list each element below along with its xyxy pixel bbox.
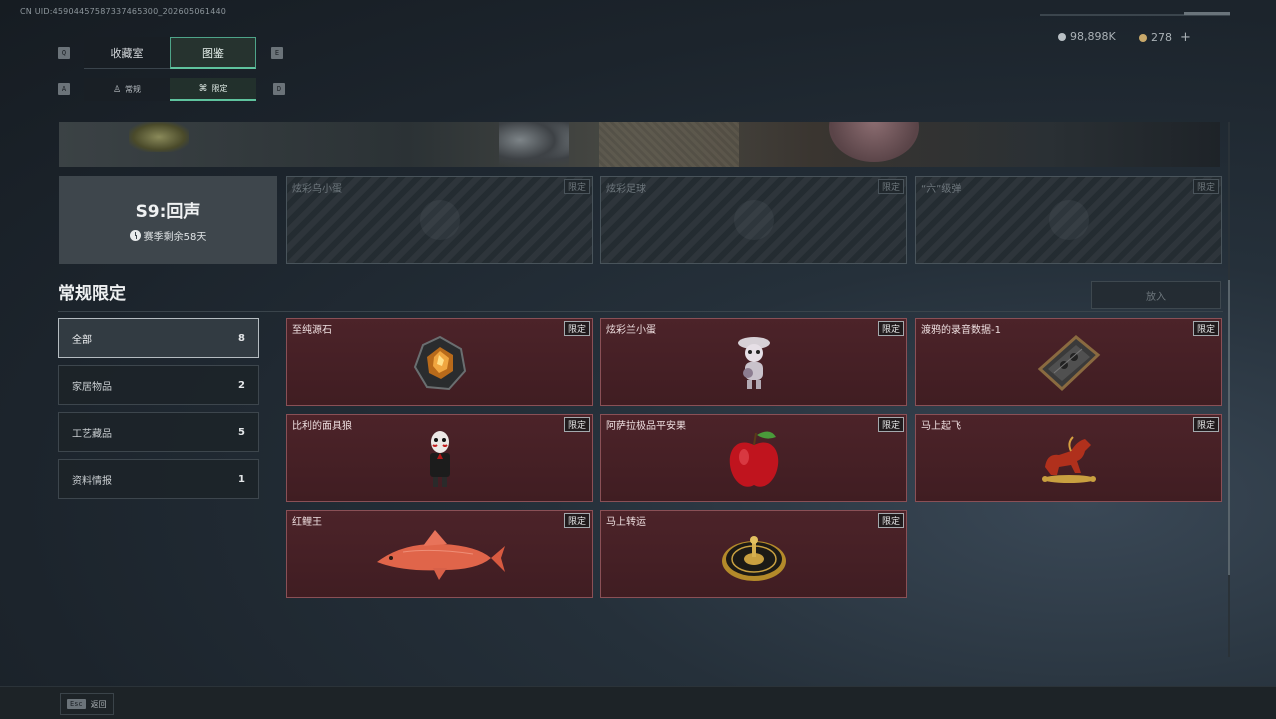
section-title: 常规限定 [58,284,126,304]
subtab-regular-label: 常规 [125,85,142,94]
bullet-silhouette-icon [1048,200,1089,240]
esc-key-hint: Esc [67,699,86,709]
locked-item-name: 炫彩足球 [606,184,646,195]
item-card[interactable]: 至纯源石 限定 [286,318,593,406]
football-silhouette-icon [733,200,774,240]
main-tabs: 收藏室 图鉴 [84,37,256,69]
filter-count: 2 [238,379,245,391]
compass-icon [721,535,786,581]
item-card[interactable]: 炫彩兰小蛋 限定 [600,318,907,406]
key-hint-e: E [271,47,283,59]
item-name: 渡鸦的录音数据-1 [921,325,1001,336]
coin-icon [1058,32,1066,41]
banner-mat [599,122,739,167]
figurine-icon [737,336,770,389]
coin-amount: 98,898K [1070,30,1116,43]
currency-premium: 278 + [1139,30,1191,45]
gem-icon [413,335,466,390]
locked-item-name: 炫彩乌小蛋 [292,184,342,195]
clock-icon [129,230,141,241]
back-button[interactable]: Esc 返回 [60,693,114,715]
item-card[interactable]: 阿萨拉极品平安果 限定 [600,414,907,502]
season-card: S9:回声 赛季剩余58天 [59,176,277,264]
filter-label: 工艺藏品 [72,428,112,440]
filter-label: 家居物品 [72,381,112,393]
subtab-regular[interactable]: ♙ 常规 [84,78,170,101]
filter-all[interactable]: 全部 8 [58,318,259,358]
locked-item-card[interactable]: 炫彩足球 限定 [600,176,907,264]
top-indicator [1184,12,1230,15]
filter-crafts[interactable]: 工艺藏品 5 [58,412,259,452]
limited-tag: 限定 [563,179,590,194]
item-card[interactable]: 红鲤王 限定 [286,510,593,598]
tab-codex[interactable]: 图鉴 [170,37,256,69]
limited-tag: 限定 [563,417,590,432]
currency-coins: 98,898K [1058,30,1116,43]
season-remaining: 赛季剩余58天 [129,228,207,243]
limited-tag: 限定 [1192,179,1219,194]
filter-label: 资料情报 [72,475,112,487]
item-name: 红鲤王 [292,517,322,528]
uid-label: CN UID:459044575873374653​00_20260506144… [20,7,227,16]
horse-icon [1041,436,1096,483]
item-card[interactable]: 马上起飞 限定 [915,414,1222,502]
limited-tag: 限定 [877,321,904,336]
carp-icon [376,529,505,580]
limited-tag: 限定 [1192,321,1219,336]
subtab-limited-label: 限定 [211,84,228,93]
item-name: 至纯源石 [292,325,332,336]
puppet-icon [429,430,450,487]
limited-tag: 限定 [563,321,590,336]
item-name: 炫彩兰小蛋 [606,325,656,336]
sub-tabs: ♙ 常规 ⌘ 限定 [84,78,256,101]
limited-tag: 限定 [877,179,904,194]
season-remaining-text: 赛季剩余58天 [143,232,207,243]
banner-boots [499,122,569,167]
locked-item-card[interactable]: 炫彩乌小蛋 限定 [286,176,593,264]
season-banner-image [59,122,1220,167]
item-card[interactable]: 比利的面具狼 限定 [286,414,593,502]
filter-label: 全部 [72,334,92,346]
item-name: 马上起飞 [921,421,961,432]
filter-intel[interactable]: 资料情报 1 [58,459,259,499]
category-filter-list: 全部 8 家居物品 2 工艺藏品 5 资料情报 1 [58,318,259,506]
filter-count: 8 [238,332,245,344]
item-name: 马上转运 [606,517,646,528]
add-currency-button[interactable]: + [1180,30,1191,45]
item-card[interactable]: 渡鸦的录音数据-1 限定 [915,318,1222,406]
item-card[interactable]: 马上转运 限定 [600,510,907,598]
filter-count: 1 [238,473,245,485]
key-hint-q: Q [58,47,70,59]
key-hint-a: A [58,83,70,95]
egg-silhouette-icon [419,200,460,240]
item-name: 比利的面具狼 [292,421,352,432]
bottom-bar [0,686,1276,719]
back-label: 返回 [90,699,107,709]
filter-household[interactable]: 家居物品 2 [58,365,259,405]
limited-tag: 限定 [877,417,904,432]
item-name: 阿萨拉极品平安果 [606,421,686,432]
subtab-limited[interactable]: ⌘ 限定 [170,78,256,101]
limited-icon: ⌘ [198,83,208,94]
section-divider [58,311,1223,312]
tab-collection-room[interactable]: 收藏室 [84,37,170,69]
apple-icon [729,431,778,487]
locked-item-name: “六”级弹 [921,184,962,195]
cassette-icon [1037,334,1100,391]
premium-coin-icon [1139,33,1147,42]
filter-count: 5 [238,426,245,438]
banner-ball [829,122,919,162]
key-hint-d: D [273,83,285,95]
season-title: S9:回声 [135,202,201,222]
premium-amount: 278 [1151,31,1172,44]
regular-icon: ♙ [112,84,122,95]
scrollbar-thumb[interactable] [1228,280,1230,575]
banner-gold-ornament [129,122,189,152]
limited-tag: 限定 [1192,417,1219,432]
limited-tag: 限定 [877,513,904,528]
limited-tag: 限定 [563,513,590,528]
locked-item-card[interactable]: “六”级弹 限定 [915,176,1222,264]
put-in-button[interactable]: 放入 [1091,281,1221,309]
